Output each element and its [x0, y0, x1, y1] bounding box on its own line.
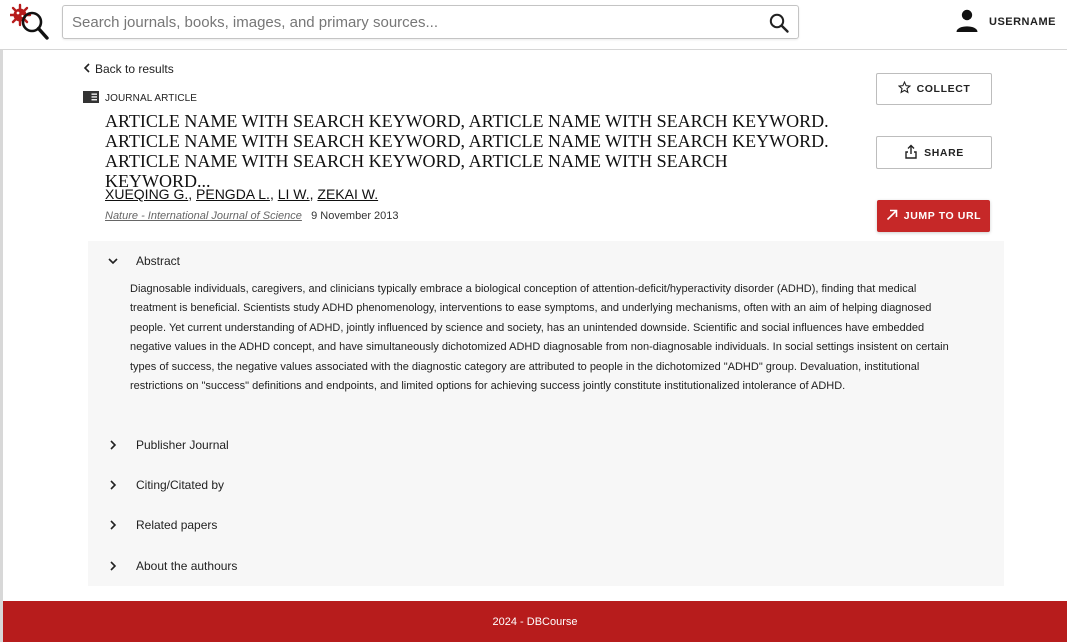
related-papers-section-toggle[interactable]: Related papers — [108, 518, 217, 532]
about-authors-section-toggle[interactable]: About the authours — [108, 559, 237, 573]
back-label: Back to results — [95, 62, 174, 76]
journal-link[interactable]: Nature - International Journal of Scienc… — [105, 210, 302, 222]
author-link[interactable]: LI W. — [278, 186, 310, 202]
chevron-down-icon — [108, 257, 118, 265]
user-menu[interactable]: USERNAME — [955, 9, 1056, 35]
author-separator: , — [269, 186, 278, 202]
top-bar: USERNAME — [0, 0, 1067, 50]
article-type: JOURNAL ARTICLE — [83, 91, 197, 106]
abstract-text: Diagnosable individuals, caregivers, and… — [130, 283, 949, 393]
collect-button[interactable]: COLLECT — [876, 73, 992, 105]
publisher-journal-label: Publisher Journal — [136, 438, 229, 452]
footer: 2024 - DBCourse — [3, 601, 1067, 642]
publication-date: 9 November 2013 — [311, 210, 399, 222]
publisher-journal-section-toggle[interactable]: Publisher Journal — [108, 438, 229, 452]
abstract-section-toggle[interactable]: Abstract — [108, 254, 180, 268]
article-type-label: JOURNAL ARTICLE — [105, 93, 198, 104]
publication-info: Nature - International Journal of Scienc… — [105, 210, 399, 222]
citing-label: Citing/Citated by — [136, 478, 225, 492]
chevron-left-icon — [83, 62, 91, 76]
virus-magnifier-logo-icon[interactable] — [8, 3, 52, 43]
arrow-up-right-icon — [886, 209, 898, 224]
author-separator: , — [188, 186, 197, 202]
star-icon — [897, 80, 911, 97]
author-link[interactable]: ZEKAI W. — [317, 186, 378, 202]
jump-label: JUMP TO URL — [903, 210, 982, 222]
details-panel: Abstract Diagnosable individuals, caregi… — [88, 241, 1004, 586]
chevron-right-icon — [108, 480, 118, 490]
share-label: SHARE — [924, 146, 964, 159]
search-bar — [62, 5, 799, 39]
back-to-results-link[interactable]: Back to results — [83, 62, 174, 76]
chevron-right-icon — [108, 520, 118, 530]
related-papers-label: Related papers — [136, 518, 218, 532]
jump-to-url-button[interactable]: JUMP TO URL — [877, 200, 990, 232]
username-label: USERNAME — [989, 16, 1056, 28]
share-button[interactable]: SHARE — [876, 136, 992, 169]
chevron-right-icon — [108, 440, 118, 450]
collect-label: COLLECT — [916, 83, 971, 95]
user-icon — [955, 8, 979, 37]
citing-section-toggle[interactable]: Citing/Citated by — [108, 478, 224, 492]
abstract-label: Abstract — [136, 254, 181, 268]
author-link[interactable]: PENGDA L. — [196, 186, 270, 202]
window-edge — [0, 0, 3, 642]
about-authors-label: About the authours — [136, 559, 238, 573]
footer-text: 2024 - DBCourse — [492, 615, 578, 628]
chevron-right-icon — [108, 561, 118, 571]
article-title: ARTICLE NAME WITH SEARCH KEYWORD, ARTICL… — [105, 111, 829, 191]
journal-book-icon — [83, 91, 99, 106]
author-list: XUEQING G., PENGDA L., LI W., ZEKAI W. — [105, 186, 378, 202]
share-icon — [904, 144, 918, 162]
search-input[interactable] — [72, 6, 752, 38]
author-link[interactable]: XUEQING G. — [105, 186, 188, 202]
search-icon[interactable] — [768, 12, 790, 34]
